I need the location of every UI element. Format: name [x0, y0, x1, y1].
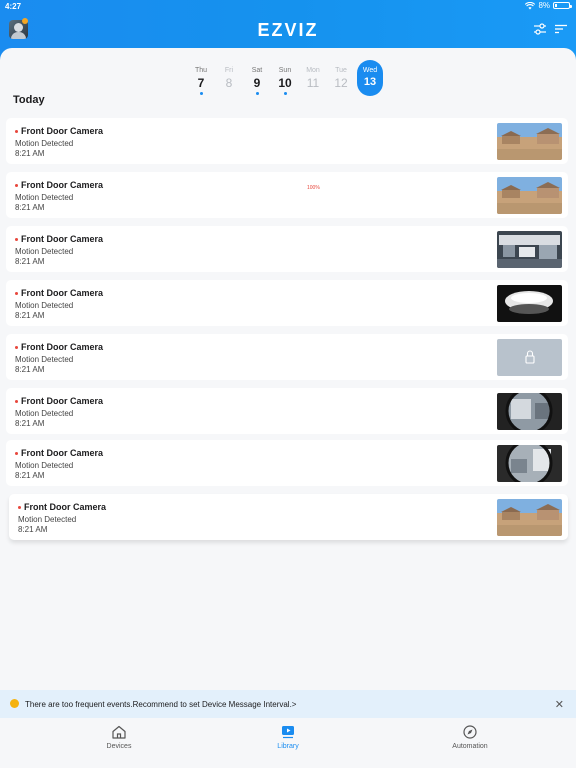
day-name: Wed [362, 67, 378, 74]
event-type: Motion Detected [18, 515, 77, 524]
date-sun[interactable]: Sun 10 [272, 60, 298, 98]
notice-text[interactable]: There are too frequent events.Recommend … [25, 700, 296, 709]
library-icon [280, 724, 296, 740]
home-icon [111, 724, 127, 740]
event-type: Motion Detected [15, 301, 74, 310]
event-time: 8:21 AM [15, 471, 45, 480]
event-time: 8:21 AM [15, 149, 45, 158]
day-name: Sat [251, 67, 263, 74]
event-card[interactable]: Front Door Camera Motion Detected 8:21 A… [6, 334, 568, 380]
lock-icon [525, 350, 535, 364]
unread-dot [15, 130, 18, 133]
event-time: 8:21 AM [15, 257, 45, 266]
event-time: 8:21 AM [15, 203, 45, 212]
event-title: Front Door Camera [21, 396, 104, 406]
wifi-icon [525, 1, 536, 10]
app-logo: EZVIZ [257, 20, 319, 40]
date-mon[interactable]: Mon 11 [300, 60, 326, 98]
unread-dot [18, 506, 21, 509]
day-name: Mon [306, 67, 320, 74]
event-indicator [255, 92, 259, 95]
event-time: 8:21 AM [18, 525, 48, 534]
date-sat[interactable]: Sat 9 [244, 60, 270, 98]
event-card[interactable]: Front Door Camera Motion Detected 8:21 A… [6, 280, 568, 326]
day-name: Sun [278, 67, 292, 74]
date-strip: Thu 7 Fri 8 Sat 9 Sun 10 Mon 11 Tue 12 W… [0, 60, 576, 100]
status-time: 4:27 [5, 2, 22, 11]
event-type: Motion Detected [15, 409, 74, 418]
unread-dot [15, 400, 18, 403]
event-thumbnail[interactable] [497, 177, 562, 214]
unread-dot [15, 184, 18, 187]
event-title: Front Door Camera [21, 126, 104, 136]
status-indicators: 8% [525, 1, 572, 10]
event-card[interactable]: Front Door Camera Motion Detected 8:21 A… [6, 226, 568, 272]
sort-icon[interactable] [554, 22, 568, 36]
filter-icon[interactable] [533, 22, 547, 36]
battery-percent: 8% [538, 1, 550, 10]
day-name: Tue [335, 67, 347, 74]
date-tue[interactable]: Tue 12 [328, 60, 354, 98]
compass-icon [462, 724, 478, 740]
event-card[interactable]: Front Door Camera Motion Detected 8:21 A… [6, 388, 568, 434]
tab-automation[interactable]: Automation [430, 724, 510, 750]
event-title: Front Door Camera [24, 502, 107, 512]
battery-icon [553, 2, 572, 9]
event-thumbnail[interactable] [497, 445, 562, 482]
status-bar: 4:27 8% [0, 0, 576, 12]
date-wed-selected[interactable]: Wed 13 [357, 60, 383, 96]
date-fri[interactable]: Fri 8 [216, 60, 242, 98]
event-thumbnail[interactable] [497, 231, 562, 268]
unread-dot [15, 292, 18, 295]
event-thumbnail[interactable] [497, 393, 562, 430]
event-time: 8:21 AM [15, 311, 45, 320]
event-indicator [199, 92, 203, 95]
event-indicator [283, 92, 287, 95]
section-title: Today [13, 94, 45, 106]
unread-dot [15, 346, 18, 349]
event-title: Front Door Camera [21, 342, 104, 352]
event-type: Motion Detected [15, 247, 74, 256]
event-card[interactable]: Front Door Camera Motion Detected 8:21 A… [6, 172, 568, 218]
tab-label: Devices [106, 743, 132, 750]
event-card[interactable]: Front Door Camera Motion Detected 8:21 A… [6, 118, 568, 164]
event-thumbnail[interactable] [497, 499, 562, 536]
unread-dot [15, 238, 18, 241]
event-type: Motion Detected [15, 193, 74, 202]
bottom-tab-bar: Devices Library Automation [0, 718, 576, 768]
event-type: Motion Detected [15, 461, 74, 470]
event-card[interactable]: Front Door Camera Motion Detected 8:21 A… [6, 440, 568, 486]
date-thu[interactable]: Thu 7 [188, 60, 214, 98]
day-number: 12 [334, 76, 348, 90]
tab-devices[interactable]: Devices [79, 724, 159, 750]
day-name: Thu [194, 67, 208, 74]
bell-icon [10, 699, 19, 708]
close-icon[interactable]: ✕ [555, 698, 564, 711]
event-title: Front Door Camera [21, 288, 104, 298]
day-number: 10 [278, 76, 292, 90]
event-time: 8:21 AM [15, 419, 45, 428]
day-number: 9 [253, 76, 261, 90]
locked-thumbnail[interactable] [497, 339, 562, 376]
unread-dot [15, 452, 18, 455]
event-time: 8:21 AM [15, 365, 45, 374]
event-title: Front Door Camera [21, 180, 104, 190]
tab-label: Automation [452, 743, 488, 750]
event-card[interactable]: Front Door Camera Motion Detected 8:21 A… [9, 494, 568, 540]
day-number: 11 [306, 76, 320, 90]
event-type: Motion Detected [15, 355, 74, 364]
tab-library[interactable]: Library [248, 724, 328, 750]
day-number: 7 [197, 76, 205, 90]
progress-label: 100% [307, 185, 320, 191]
day-name: Fri [224, 67, 234, 74]
day-number: 8 [225, 76, 233, 90]
event-title: Front Door Camera [21, 234, 104, 244]
event-title: Front Door Camera [21, 448, 104, 458]
day-number: 13 [363, 76, 377, 88]
event-thumbnail[interactable] [497, 123, 562, 160]
event-type: Motion Detected [15, 139, 74, 148]
event-thumbnail[interactable] [497, 285, 562, 322]
tab-label: Library [277, 743, 299, 750]
frequent-events-notice[interactable]: There are too frequent events.Recommend … [0, 690, 576, 718]
